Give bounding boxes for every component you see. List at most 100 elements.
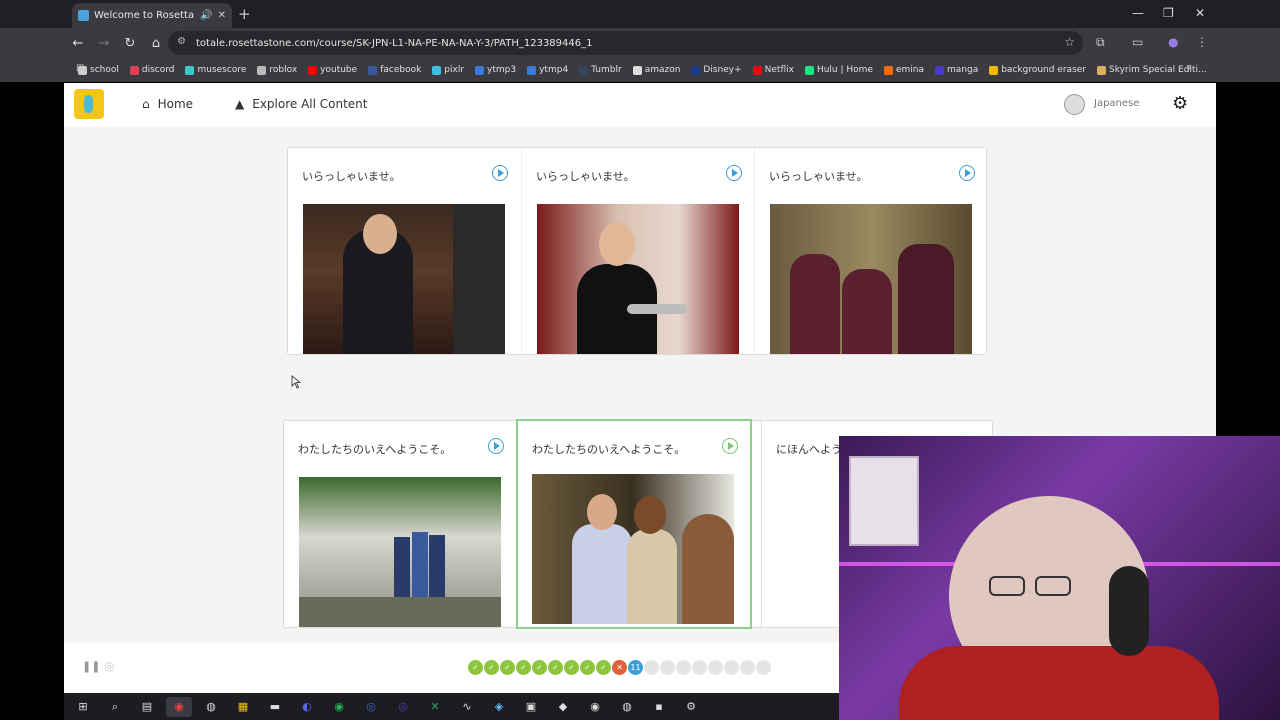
bookmark-favicon-icon bbox=[804, 65, 814, 75]
spotify-icon[interactable]: ◉ bbox=[326, 697, 352, 717]
new-tab-icon[interactable]: + bbox=[238, 5, 251, 23]
language-label[interactable]: Japanese bbox=[1094, 98, 1139, 109]
play-audio-icon[interactable] bbox=[492, 165, 508, 181]
musescore-icon[interactable]: ◎ bbox=[358, 697, 384, 717]
cast-icon[interactable]: ▭ bbox=[1132, 35, 1143, 49]
progress-dot-remaining bbox=[644, 660, 659, 675]
discord-icon[interactable]: ◐ bbox=[294, 697, 320, 717]
maximize-icon[interactable]: ❐ bbox=[1163, 6, 1174, 20]
bookmark-4[interactable]: youtube bbox=[308, 65, 357, 75]
card-bottom-1[interactable]: わたしたちのいえへようこそ。 bbox=[284, 421, 517, 627]
progress-dot-remaining bbox=[692, 660, 707, 675]
pause-icon[interactable]: ❚❚ bbox=[82, 660, 100, 673]
bookmark-16[interactable]: background eraser bbox=[989, 65, 1086, 75]
windows-icon[interactable]: ⊞ bbox=[70, 697, 96, 717]
browser-tab[interactable]: Welcome to Rosetta Stone! 🔊 ✕ bbox=[72, 3, 232, 28]
photo-couple-waving bbox=[532, 474, 734, 624]
bookmark-11[interactable]: Disney+ bbox=[691, 65, 742, 75]
site-info-icon[interactable]: ⚙ bbox=[177, 36, 186, 47]
extensions-icon[interactable]: ⧉ bbox=[1096, 35, 1105, 50]
speaker-icon[interactable]: 🔊 bbox=[200, 10, 212, 21]
back-icon[interactable]: ← bbox=[66, 36, 90, 51]
progress-dot-complete: ✓ bbox=[500, 660, 515, 675]
bookmark-8[interactable]: ytmp4 bbox=[527, 65, 568, 75]
gear-icon[interactable]: ⚙ bbox=[1172, 93, 1188, 114]
bookmark-label: Hulu | Home bbox=[816, 65, 873, 75]
bookmark-12[interactable]: Netflix bbox=[752, 65, 794, 75]
play-audio-icon[interactable] bbox=[722, 438, 738, 454]
browser-titlebar: Welcome to Rosetta Stone! 🔊 ✕ + — ❐ ✕ bbox=[0, 0, 1280, 28]
address-bar[interactable]: ⚙ totale.rosettastone.com/course/SK-JPN-… bbox=[168, 31, 1083, 55]
bookmark-3[interactable]: roblox bbox=[257, 65, 297, 75]
home-browser-icon[interactable]: ⌂ bbox=[144, 36, 168, 51]
photos-icon[interactable]: ▣ bbox=[518, 697, 544, 717]
bookmark-7[interactable]: ytmp3 bbox=[475, 65, 516, 75]
more-bookmarks-icon[interactable]: » bbox=[1186, 62, 1192, 73]
close-window-icon[interactable]: ✕ bbox=[1195, 6, 1205, 20]
nav-explore-label: Explore All Content bbox=[252, 97, 368, 111]
excel-icon[interactable]: ✕ bbox=[422, 697, 448, 717]
bookmark-9[interactable]: Tumblr bbox=[579, 65, 622, 75]
bookmark-6[interactable]: pixlr bbox=[432, 65, 464, 75]
url-text: totale.rosettastone.com/course/SK-JPN-L1… bbox=[196, 37, 593, 49]
progress-dot-complete: ✓ bbox=[580, 660, 595, 675]
rosetta-logo-icon[interactable] bbox=[74, 89, 104, 119]
musescore4-icon[interactable]: ◎ bbox=[390, 697, 416, 717]
explorer-icon[interactable]: ▬ bbox=[262, 697, 288, 717]
settings-icon[interactable]: ⚙ bbox=[678, 697, 704, 717]
taskview-icon[interactable]: ▤ bbox=[134, 697, 160, 717]
bookmark-star-icon[interactable]: ☆ bbox=[1064, 35, 1075, 49]
photo-hotel-clerk bbox=[303, 204, 505, 354]
steam-icon[interactable]: ◈ bbox=[486, 697, 512, 717]
files-icon[interactable]: ▦ bbox=[230, 697, 256, 717]
anime-poster bbox=[849, 456, 919, 546]
paint-icon[interactable]: ◍ bbox=[198, 697, 224, 717]
microphone bbox=[1109, 566, 1149, 656]
browser-icon[interactable]: ◍ bbox=[614, 697, 640, 717]
forward-icon[interactable]: → bbox=[92, 36, 116, 51]
apps-grid-icon[interactable]: ⊞ bbox=[76, 63, 84, 74]
search-icon[interactable]: ⌕ bbox=[102, 697, 128, 717]
menu-icon[interactable]: ⋮ bbox=[1196, 35, 1208, 49]
app-header: ⌂ Home ▲ Explore All Content Japanese ⚙ bbox=[64, 83, 1216, 127]
bookmark-label: amazon bbox=[644, 65, 681, 75]
glasses-right bbox=[1035, 576, 1071, 596]
bookmark-favicon-icon bbox=[257, 65, 267, 75]
minimize-icon[interactable]: — bbox=[1132, 6, 1144, 20]
nav-explore[interactable]: ▲ Explore All Content bbox=[235, 97, 368, 111]
reload-icon[interactable]: ↻ bbox=[118, 36, 142, 51]
bookmark-13[interactable]: Hulu | Home bbox=[804, 65, 873, 75]
bookmark-1[interactable]: discord bbox=[129, 65, 175, 75]
obs-icon[interactable]: ◉ bbox=[582, 697, 608, 717]
live-icon[interactable]: ∿ bbox=[454, 697, 480, 717]
bookmark-10[interactable]: amazon bbox=[632, 65, 681, 75]
avatar[interactable] bbox=[1064, 94, 1085, 115]
card-top-1[interactable]: いらっしゃいませ。 bbox=[288, 148, 521, 354]
card-bottom-2-selected[interactable]: わたしたちのいえへようこそ。 bbox=[516, 419, 752, 629]
bookmark-5[interactable]: facebook bbox=[368, 65, 421, 75]
profile-icon[interactable]: ● bbox=[1168, 35, 1178, 49]
play-audio-icon[interactable] bbox=[726, 165, 742, 181]
play-audio-icon[interactable] bbox=[959, 165, 975, 181]
bookmark-14[interactable]: emina bbox=[883, 65, 924, 75]
lesson-footer: ❚❚ ◎ ✓ ✓ ✓ ✓ ✓ ✓ ✓ ✓ ✓ ✕ 11 bbox=[64, 641, 840, 693]
play-audio-icon[interactable] bbox=[488, 438, 504, 454]
card-top-2[interactable]: いらっしゃいませ。 bbox=[521, 148, 754, 354]
bookmark-label: school bbox=[90, 65, 119, 75]
card-top-3[interactable]: いらっしゃいませ。 bbox=[754, 148, 986, 354]
bookmark-2[interactable]: musescore bbox=[185, 65, 246, 75]
hide-icon[interactable]: ◎ bbox=[104, 659, 114, 673]
nav-home[interactable]: ⌂ Home bbox=[142, 97, 193, 111]
app2-icon[interactable]: ▪ bbox=[646, 697, 672, 717]
progress-dot-remaining bbox=[756, 660, 771, 675]
bookmark-label: background eraser bbox=[1001, 65, 1086, 75]
progress-dot-complete: ✓ bbox=[564, 660, 579, 675]
close-tab-icon[interactable]: ✕ bbox=[218, 10, 226, 21]
chrome-icon[interactable]: ◉ bbox=[166, 696, 192, 717]
mouse-cursor-icon bbox=[291, 375, 301, 389]
app-icon[interactable]: ◆ bbox=[550, 697, 576, 717]
bookmark-label: discord bbox=[141, 65, 175, 75]
bookmark-15[interactable]: manga bbox=[935, 65, 978, 75]
bookmark-favicon-icon bbox=[308, 65, 318, 75]
photo-shop-staff bbox=[770, 204, 972, 354]
